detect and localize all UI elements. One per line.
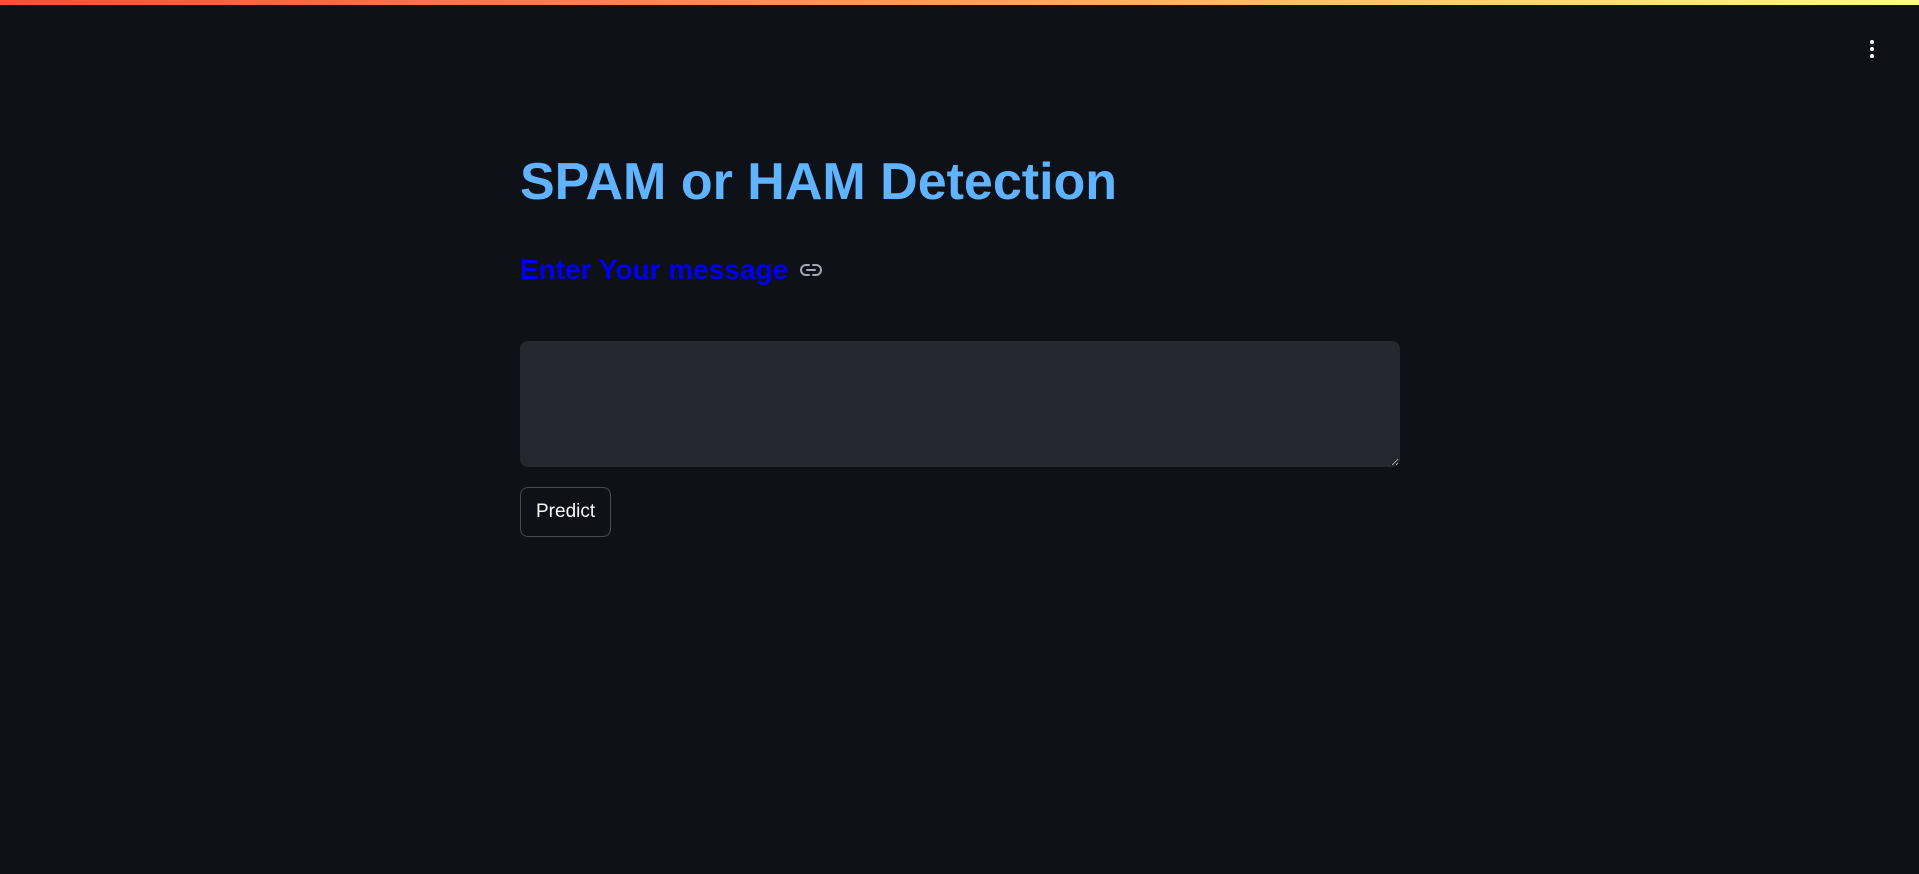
vertical-ellipsis-icon bbox=[1870, 40, 1874, 44]
top-decoration-bar bbox=[0, 0, 1919, 5]
page-title: SPAM or HAM Detection bbox=[520, 153, 1118, 211]
link-icon[interactable] bbox=[798, 257, 824, 283]
menu-dot bbox=[1870, 47, 1874, 51]
menu-dot bbox=[1870, 54, 1874, 58]
predict-button[interactable]: Predict bbox=[520, 487, 612, 537]
main-menu-button[interactable] bbox=[1860, 36, 1884, 62]
message-input[interactable] bbox=[520, 341, 1400, 467]
subheader: Enter Your message bbox=[520, 252, 824, 288]
subheader-text: Enter Your message bbox=[520, 254, 789, 285]
